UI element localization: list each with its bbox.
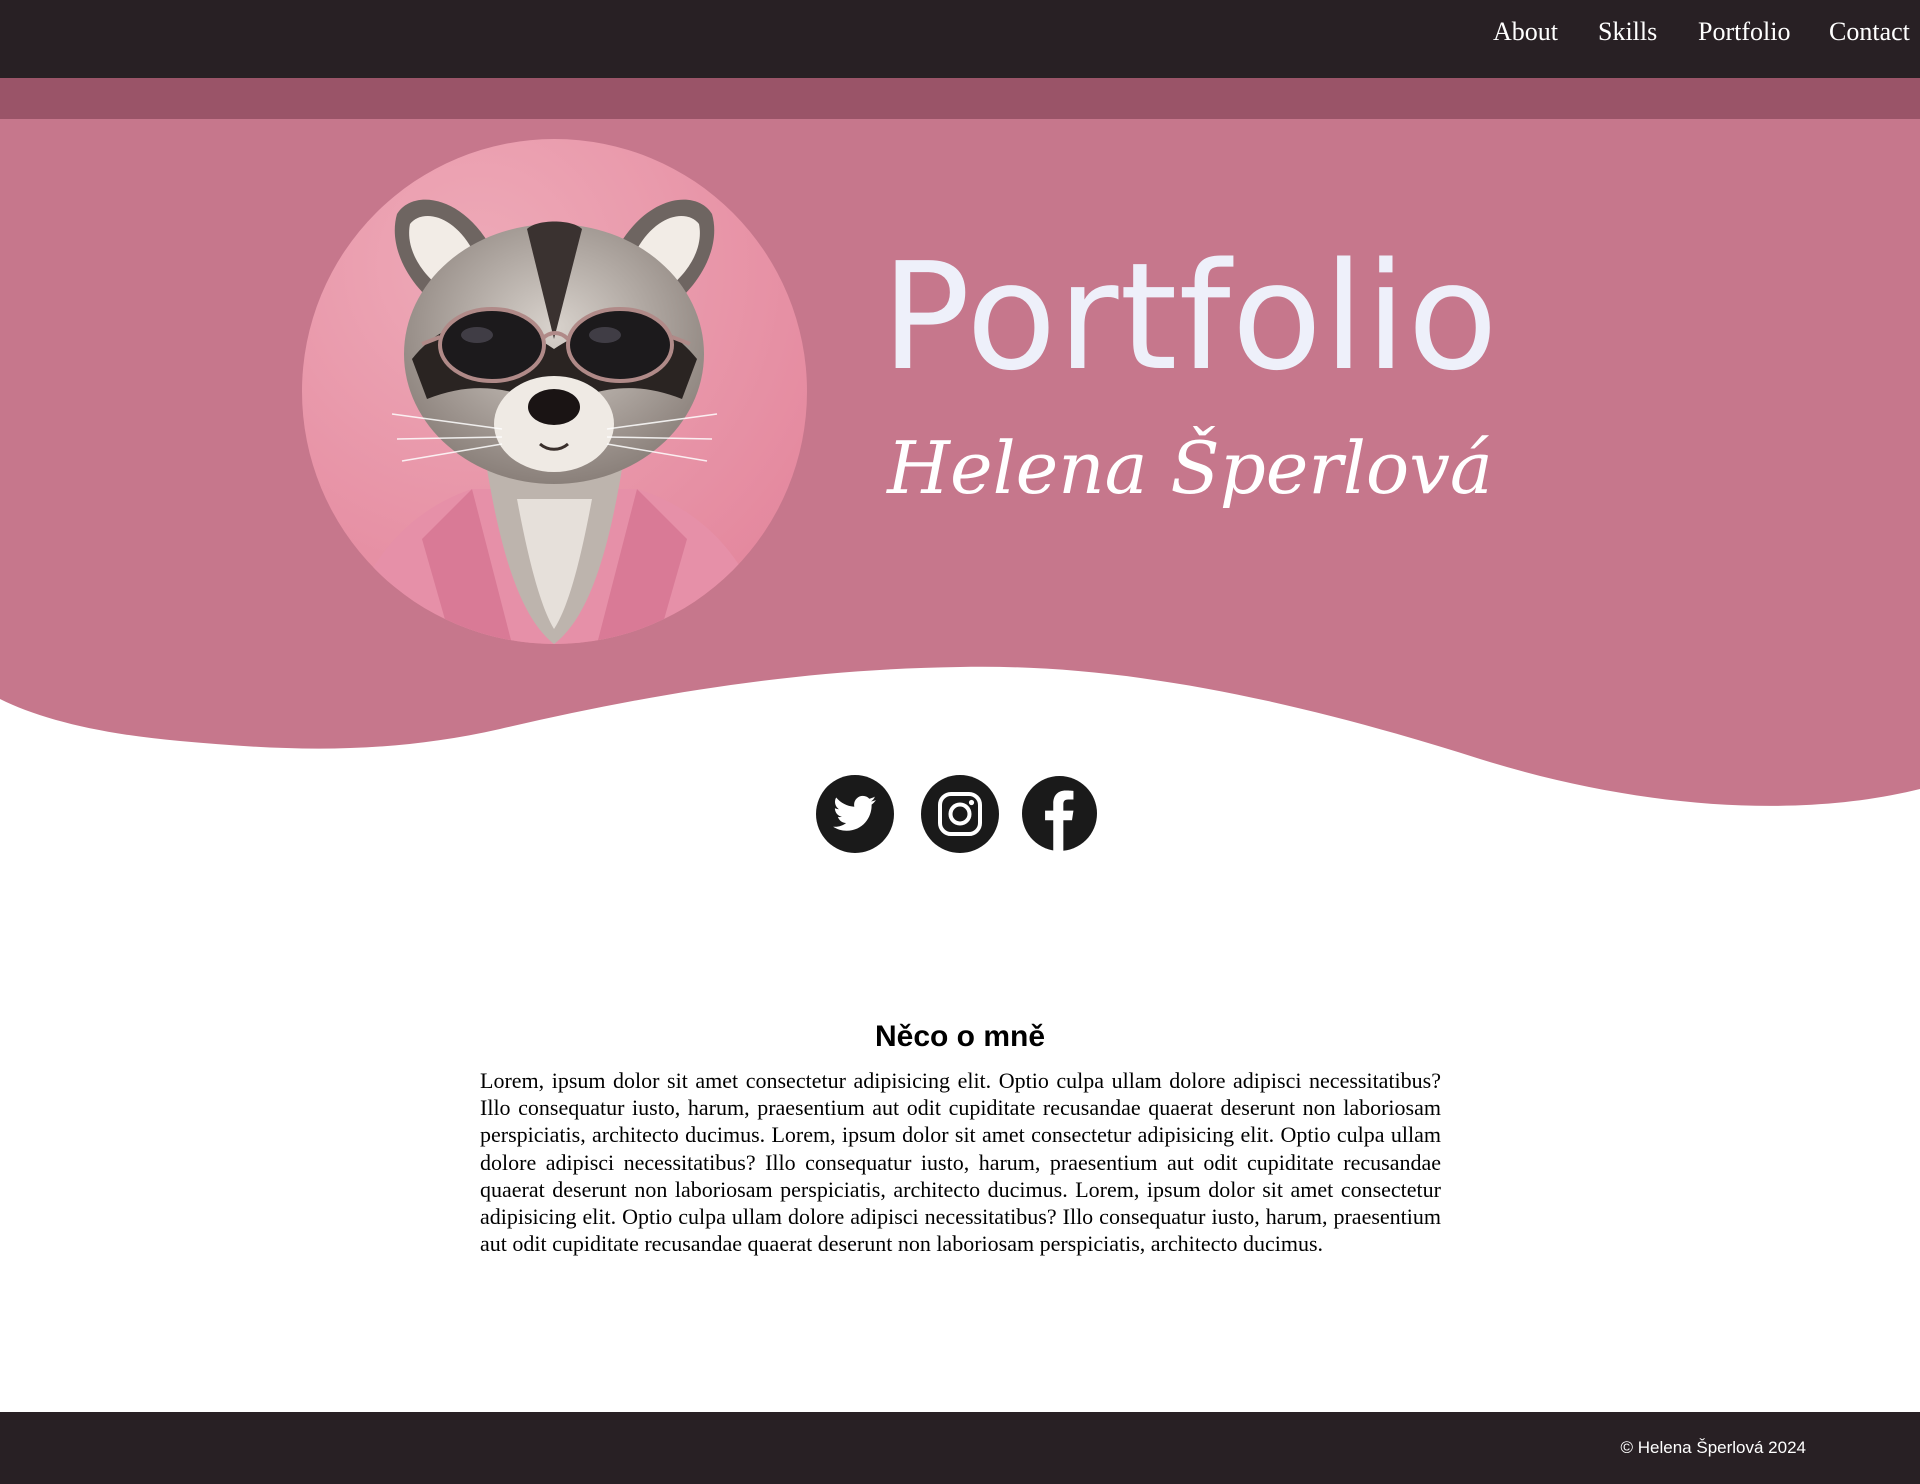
copyright-text: © Helena Šperlová 2024 [1620, 1438, 1806, 1457]
nav-link-portfolio[interactable]: Portfolio [1698, 14, 1790, 50]
nav-link-skills[interactable]: Skills [1598, 14, 1657, 50]
about-heading: Něco o mně [874, 1020, 1046, 1053]
nav-link-contact[interactable]: Contact [1829, 14, 1910, 50]
top-navigation: About Skills Portfolio Contact [0, 0, 1920, 78]
twitter-icon [816, 775, 894, 853]
author-name: Helena Šperlová [887, 426, 1493, 510]
footer: © Helena Šperlová 2024 [0, 1412, 1920, 1484]
avatar [302, 139, 807, 644]
raccoon-photo-icon [302, 139, 807, 644]
twitter-link[interactable] [816, 775, 894, 853]
instagram-link[interactable] [921, 775, 999, 853]
header-stripe [0, 78, 1920, 119]
facebook-link[interactable] [1022, 776, 1097, 851]
facebook-icon [1022, 776, 1097, 851]
about-text: Lorem, ipsum dolor sit amet consectetur … [480, 1068, 1441, 1257]
instagram-icon [921, 775, 999, 853]
nav-link-about[interactable]: About [1493, 14, 1558, 50]
page-title: Portfolio [881, 231, 1499, 403]
